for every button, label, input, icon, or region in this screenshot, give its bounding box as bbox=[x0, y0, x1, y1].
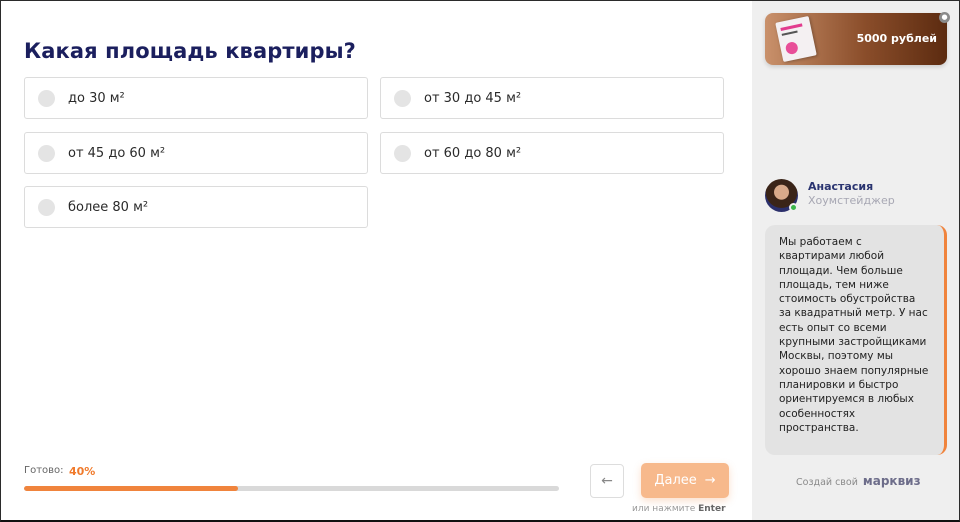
sidebar: 5000 рублей ● Анастасия Хоумстейджер Мы … bbox=[752, 1, 959, 520]
radio-icon[interactable] bbox=[38, 89, 55, 107]
question-title: Какая площадь квартиры? bbox=[24, 39, 356, 63]
option-label: от 60 до 80 м² bbox=[424, 145, 522, 161]
progress-label: Готово: bbox=[24, 465, 64, 476]
radio-icon[interactable] bbox=[394, 89, 411, 107]
option-up-to-30[interactable]: до 30 м² bbox=[24, 77, 368, 119]
chat-message: Мы работаем с квартирами любой площади. … bbox=[779, 236, 929, 434]
next-button[interactable]: Далее → bbox=[641, 463, 729, 498]
book-cover-image bbox=[775, 15, 817, 63]
option-30-45[interactable]: от 30 до 45 м² bbox=[380, 77, 724, 119]
option-label: от 30 до 45 м² bbox=[424, 90, 522, 106]
progress-fill bbox=[24, 486, 238, 491]
enter-hint: или нажмите Enter bbox=[632, 504, 726, 514]
arrow-right-icon: → bbox=[704, 473, 716, 488]
promo-price: 5000 рублей bbox=[856, 32, 937, 45]
back-button[interactable]: ← bbox=[590, 464, 624, 498]
quiz-main: Какая площадь квартиры? до 30 м² от 30 д… bbox=[1, 1, 752, 520]
radio-icon[interactable] bbox=[394, 144, 411, 162]
chat-bubble: Мы работаем с квартирами любой площади. … bbox=[765, 225, 947, 455]
brand-logo: марквиз bbox=[862, 474, 921, 488]
progress-bar bbox=[24, 486, 559, 491]
hint-key: Enter bbox=[698, 504, 726, 514]
promo-banner[interactable]: 5000 рублей bbox=[765, 13, 947, 65]
hint-prefix: или нажмите bbox=[632, 504, 696, 514]
option-label: до 30 м² bbox=[68, 90, 125, 106]
lock-icon: ● bbox=[939, 12, 950, 23]
radio-icon[interactable] bbox=[38, 198, 55, 216]
option-label: более 80 м² bbox=[68, 199, 149, 215]
agent-role: Хоумстейджер bbox=[808, 194, 895, 207]
brand-prefix: Создай свой bbox=[796, 477, 858, 488]
arrow-left-icon: ← bbox=[601, 473, 613, 489]
progress-value: 40% bbox=[69, 465, 96, 478]
option-label: от 45 до 60 м² bbox=[68, 145, 166, 161]
next-button-label: Далее bbox=[654, 473, 697, 488]
option-over-80[interactable]: более 80 м² bbox=[24, 186, 368, 228]
online-status-icon bbox=[789, 203, 798, 212]
option-60-80[interactable]: от 60 до 80 м² bbox=[380, 132, 724, 174]
radio-icon[interactable] bbox=[38, 144, 55, 162]
option-45-60[interactable]: от 45 до 60 м² bbox=[24, 132, 368, 174]
brand-link[interactable]: Создай свой марквиз bbox=[796, 474, 921, 488]
agent-name: Анастасия bbox=[808, 180, 874, 193]
